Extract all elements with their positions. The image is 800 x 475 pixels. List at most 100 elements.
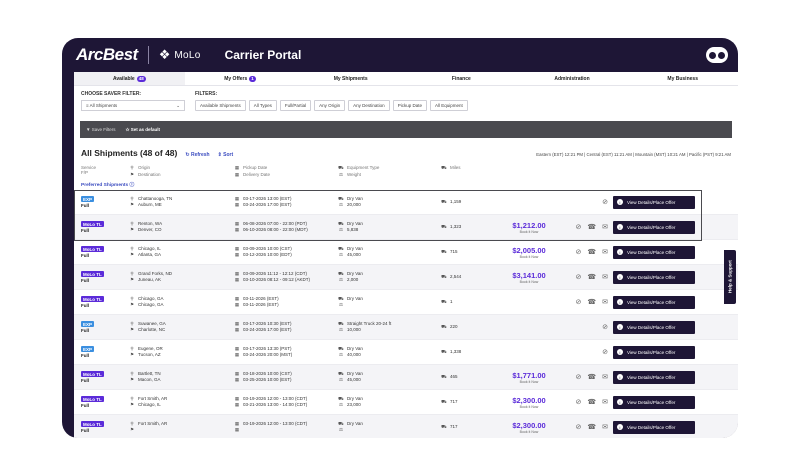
- timezone-clock: Eastern (EST) 12:21 PM | Central (EST) 1…: [536, 152, 731, 157]
- email-icon[interactable]: ✉: [602, 373, 608, 381]
- tab-available[interactable]: Available 48: [74, 72, 185, 85]
- weight-icon: ⚖: [338, 377, 344, 382]
- weight-value: 45,000: [347, 377, 361, 382]
- service-badge: MoLo TL: [81, 371, 104, 377]
- service-badge: MoLo TL: [81, 271, 104, 277]
- arcbest-logo[interactable]: ArcBest: [76, 45, 138, 65]
- service-badge: MoLo TL: [81, 246, 104, 252]
- service-cell: MoLo TL Full: [81, 271, 129, 283]
- filter-chip[interactable]: Any Origin: [314, 100, 346, 111]
- email-icon[interactable]: ✉: [602, 298, 608, 306]
- offer-button-label: View Details/Place Offer: [627, 249, 676, 255]
- flag-icon: ⚑: [129, 327, 135, 332]
- view-details-place-offer-button[interactable]: i View Details/Place Offer: [613, 370, 695, 384]
- hide-eye-icon[interactable]: ⊘: [576, 398, 582, 406]
- delivery-value: 03-10-2026 08:12 - 09:12 (AKDT): [243, 277, 311, 282]
- book-now-price[interactable]: $2,300.00: [501, 396, 557, 405]
- help-support-tab[interactable]: Help & Support: [724, 250, 736, 304]
- hide-eye-icon[interactable]: ⊘: [576, 248, 582, 256]
- tab-my-business[interactable]: My Business: [627, 72, 738, 85]
- table-row: MoLo TL Full ⚲ Grand Forks, ND ⚑ Juneau, AK ▦ 0…: [74, 265, 738, 290]
- hide-eye-icon[interactable]: ⊘: [576, 273, 582, 281]
- book-now-price[interactable]: $2,300.00: [501, 421, 557, 430]
- hide-eye-icon[interactable]: ⊘: [576, 423, 582, 431]
- dates-cell: ▦ 03-11-2026 (EST) ▦ 03-11-2026 (EST): [234, 296, 338, 309]
- phone-icon[interactable]: ☎: [587, 423, 596, 431]
- phone-icon[interactable]: ☎: [587, 373, 596, 381]
- tab-administration[interactable]: Administration: [517, 72, 628, 85]
- filter-chip[interactable]: Any Destination: [348, 100, 390, 111]
- dates-cell: ▦ 03-18-2026 10:00 (CST) ▦ 03-25-2026 10:00…: [234, 371, 338, 384]
- tab-my-offers[interactable]: My Offers 1: [185, 72, 296, 85]
- offer-button-label: View Details/Place Offer: [627, 349, 676, 355]
- destination-line: ⚑ Juneau, AK: [129, 277, 234, 284]
- table-row: EXP Full ⚲ Eugene, OR ⚑ Tucson, AZ ▦ 03-17-2026…: [74, 340, 738, 365]
- miles-line: ⛟ 715: [441, 249, 501, 256]
- filter-chip[interactable]: Pickup Date: [392, 100, 427, 111]
- weight-line: ⚖ 45,000: [338, 252, 441, 259]
- miles-value: 220: [450, 323, 458, 329]
- email-icon[interactable]: ✉: [602, 398, 608, 406]
- tab-my-shipments[interactable]: My Shipments: [295, 72, 406, 85]
- tab-finance[interactable]: Finance: [406, 72, 517, 85]
- hide-eye-icon[interactable]: ⊘: [576, 298, 582, 306]
- miles-cell: ⛟ 465: [441, 374, 501, 381]
- phone-icon[interactable]: ☎: [587, 298, 596, 306]
- flag-icon: ⚑: [129, 252, 135, 257]
- filter-chip[interactable]: Full/Partial: [279, 100, 312, 111]
- info-icon[interactable]: ⓘ: [130, 183, 135, 188]
- view-details-place-offer-button[interactable]: i View Details/Place Offer: [613, 420, 695, 434]
- book-now-price[interactable]: $3,141.00: [501, 271, 557, 280]
- book-now-price[interactable]: $2,005.00: [501, 246, 557, 255]
- info-icon: i: [617, 374, 623, 380]
- email-icon[interactable]: ✉: [602, 423, 608, 431]
- info-icon: i: [617, 274, 623, 280]
- destination-line: ⚑ Charlotte, NC: [129, 327, 234, 334]
- equipment-cell: ⛟ Dry Van ⚖: [338, 421, 441, 434]
- hide-eye-icon[interactable]: ⊘: [602, 348, 608, 356]
- weight-value: 40,000: [347, 352, 361, 357]
- price-cell: $3,141.00 Book it Now: [501, 271, 557, 284]
- sort-button[interactable]: ⇕ Sort: [218, 152, 234, 158]
- phone-icon[interactable]: ☎: [587, 398, 596, 406]
- save-filters-button[interactable]: ▼ Save Filters: [86, 127, 115, 132]
- miles-cell: ⛟ 1,338: [441, 349, 501, 356]
- info-icon: i: [617, 299, 623, 305]
- refresh-button[interactable]: ↻ Refresh: [185, 152, 209, 158]
- origin-dest-cell: ⚲ Fort Smith, AR ⚑ Chicago, IL: [129, 396, 234, 409]
- molo-logo-icon: ❖: [158, 47, 171, 62]
- hide-eye-icon[interactable]: ⊘: [602, 323, 608, 331]
- filter-chip[interactable]: Available Shipments: [195, 100, 246, 111]
- filter-chip[interactable]: All Equipment: [429, 100, 468, 111]
- book-now-label: Book it Now: [519, 254, 539, 259]
- miles-value: 1: [450, 298, 453, 304]
- phone-icon[interactable]: ☎: [587, 248, 596, 256]
- view-details-place-offer-button[interactable]: i View Details/Place Offer: [613, 295, 695, 309]
- origin-dest-cell: ⚲ Bartlett, TN ⚑ Macon, GA: [129, 371, 234, 384]
- filter-chip[interactable]: All Types: [248, 100, 277, 111]
- view-details-place-offer-button[interactable]: i View Details/Place Offer: [613, 395, 695, 409]
- equipment-value: Dry Van: [347, 295, 363, 301]
- dates-cell: ▦ 03-19-2026 12:00 - 13:00 (CDT) ▦ 03-21-20…: [234, 396, 338, 409]
- view-details-place-offer-button[interactable]: i View Details/Place Offer: [613, 320, 695, 334]
- email-icon[interactable]: ✉: [602, 248, 608, 256]
- saver-filter-select[interactable]: ≡ All Shipments ⌄: [81, 100, 185, 111]
- col-weight: Weight: [347, 171, 361, 177]
- email-icon[interactable]: ✉: [602, 273, 608, 281]
- tab-label: My Offers: [224, 75, 248, 82]
- delivery-line: ▦ 03-12-2026 10:00 (EDT): [234, 252, 338, 259]
- origin-dest-cell: ⚲ Eugene, OR ⚑ Tucson, AZ: [129, 346, 234, 359]
- hide-eye-icon[interactable]: ⊘: [576, 373, 582, 381]
- view-details-place-offer-button[interactable]: i View Details/Place Offer: [613, 345, 695, 359]
- phone-icon[interactable]: ☎: [587, 273, 596, 281]
- destination-line: ⚑ Atlanta, GA: [129, 252, 234, 259]
- book-now-price[interactable]: $1,771.00: [501, 371, 557, 380]
- service-cell: MoLo TL Full: [81, 296, 129, 308]
- user-avatar-icon[interactable]: [706, 47, 728, 63]
- view-details-place-offer-button[interactable]: i View Details/Place Offer: [613, 245, 695, 259]
- table-row: EXP Full ⚲ Suwanee, GA ⚑ Charlotte, NC ▦ 03-17-…: [74, 315, 738, 340]
- action-icons: ⊘: [557, 323, 613, 331]
- set-default-button[interactable]: ☆ Set as default: [125, 127, 160, 133]
- view-details-place-offer-button[interactable]: i View Details/Place Offer: [613, 270, 695, 284]
- delivery-line: ▦ 03-21-2026 13:00 - 14:00 (CDT): [234, 402, 338, 409]
